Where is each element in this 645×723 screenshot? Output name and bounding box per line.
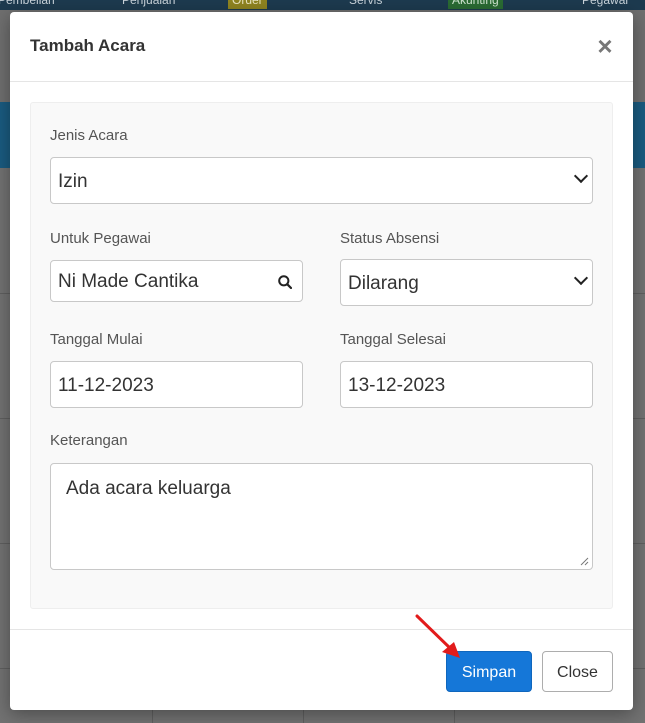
nav-item-servis: Servis — [349, 0, 383, 7]
close-button[interactable]: Close — [542, 651, 613, 692]
keterangan-value: Ada acara keluarga — [66, 478, 231, 499]
chevron-down-icon — [573, 168, 589, 184]
tanggal-selesai-input[interactable]: 13-12-2023 — [340, 361, 593, 408]
status-absensi-select[interactable]: Dilarang — [340, 259, 593, 306]
status-absensi-value: Dilarang — [348, 273, 419, 294]
close-icon[interactable]: × — [595, 33, 615, 59]
nav-item-akunting: Akunting — [448, 0, 503, 9]
untuk-pegawai-value: Ni Made Cantika — [58, 271, 199, 292]
add-event-modal: Tambah Acara × Jenis Acara Izin Untuk Pe… — [10, 12, 633, 710]
status-absensi-label: Status Absensi — [340, 230, 440, 247]
jenis-acara-value: Izin — [58, 171, 88, 192]
background-header-band-right — [633, 102, 645, 168]
jenis-acara-select[interactable]: Izin — [50, 157, 593, 204]
nav-item-pegawai: Pegawai — [582, 0, 629, 7]
keterangan-textarea[interactable]: Ada acara keluarga — [50, 463, 593, 570]
keterangan-label: Keterangan — [50, 432, 128, 449]
background-navbar: Pembelian Penjualan Order Servis Akuntin… — [0, 0, 645, 10]
tanggal-selesai-value: 13-12-2023 — [348, 375, 446, 396]
chevron-down-icon — [573, 270, 589, 286]
nav-item-penjualan: Penjualan — [122, 0, 176, 7]
modal-header: Tambah Acara × — [10, 12, 633, 82]
tanggal-mulai-label: Tanggal Mulai — [50, 331, 143, 348]
event-form: Jenis Acara Izin Untuk Pegawai Ni Made C… — [30, 102, 613, 609]
nav-item-pembelian: Pembelian — [0, 0, 55, 7]
modal-title: Tambah Acara — [30, 36, 146, 55]
untuk-pegawai-label: Untuk Pegawai — [50, 230, 151, 247]
tanggal-mulai-input[interactable]: 11-12-2023 — [50, 361, 303, 408]
background-header-band — [0, 102, 10, 168]
search-icon[interactable] — [278, 275, 292, 289]
untuk-pegawai-input[interactable]: Ni Made Cantika — [50, 260, 303, 302]
tanggal-selesai-label: Tanggal Selesai — [340, 331, 446, 348]
background-page-title-fragment — [0, 44, 10, 80]
tanggal-mulai-value: 11-12-2023 — [58, 375, 154, 396]
annotation-arrow-icon — [415, 614, 460, 658]
jenis-acara-label: Jenis Acara — [50, 127, 128, 144]
resize-grip-icon[interactable] — [579, 556, 589, 566]
nav-item-order: Order — [228, 0, 267, 9]
modal-footer: Simpan Close — [10, 629, 633, 710]
